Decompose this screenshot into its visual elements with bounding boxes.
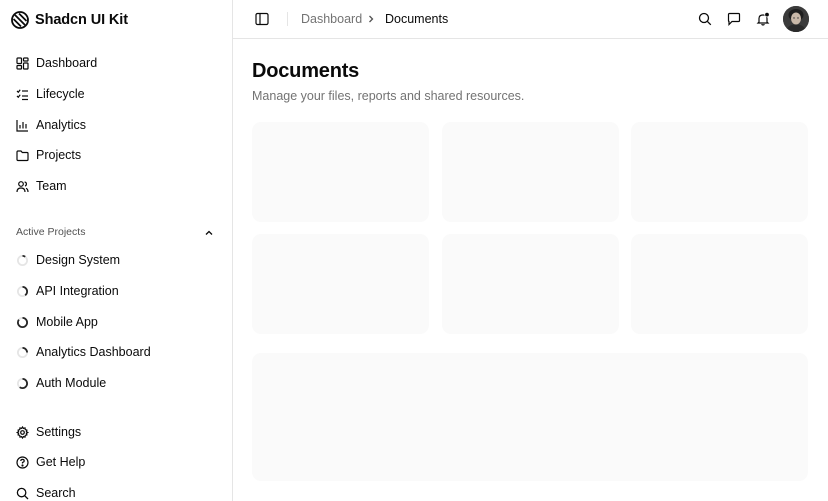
sidebar-item-projects[interactable]: Projects	[16, 144, 81, 166]
gear-icon	[16, 425, 29, 439]
sidebar: Shadcn UI Kit Dashboard Lifecycle Analyt…	[0, 0, 233, 501]
search-icon	[16, 487, 29, 500]
chevron-up-icon[interactable]	[203, 227, 215, 239]
sidebar-item-label: Get Help	[36, 455, 86, 469]
page-subtitle: Manage your files, reports and shared re…	[252, 89, 525, 103]
sidebar-item-label: Search	[36, 486, 76, 500]
active-projects-label: Active Projects	[16, 226, 86, 238]
sidebar-item-label: Projects	[36, 148, 82, 162]
sidebar-project-mobile-app[interactable]: Mobile App	[16, 311, 98, 333]
sidebar-item-label: Settings	[36, 425, 82, 439]
bell-icon[interactable]	[756, 12, 770, 26]
placeholder-card	[252, 234, 429, 334]
placeholder-card	[252, 122, 429, 222]
sidebar-item-label: Team	[36, 179, 67, 193]
breadcrumb-parent[interactable]: Dashboard	[301, 12, 362, 26]
sidebar-item-label: Design System	[36, 253, 121, 267]
sidebar-toggle-icon[interactable]	[255, 12, 269, 26]
message-icon[interactable]	[727, 12, 741, 26]
page-title: Documents	[252, 60, 360, 82]
sidebar-item-search[interactable]: Search	[16, 482, 76, 501]
sidebar-item-team[interactable]: Team	[16, 175, 67, 197]
sidebar-item-label: API Integration	[36, 284, 119, 298]
help-circle-icon	[16, 455, 29, 469]
progress-ring-icon	[16, 346, 29, 359]
brand[interactable]: Shadcn UI Kit	[11, 11, 128, 29]
folder-icon	[16, 149, 29, 162]
sidebar-project-api-integration[interactable]: API Integration	[16, 280, 119, 302]
progress-ring-icon	[16, 377, 29, 390]
search-icon[interactable]	[698, 12, 712, 26]
progress-ring-icon	[16, 285, 29, 298]
placeholder-card	[631, 234, 808, 334]
sidebar-item-analytics[interactable]: Analytics	[16, 114, 86, 136]
sidebar-item-label: Mobile App	[36, 315, 98, 329]
avatar[interactable]	[783, 6, 809, 32]
placeholder-panel	[252, 353, 808, 481]
bar-chart-icon	[16, 119, 29, 132]
toolbar-divider	[287, 12, 288, 26]
sidebar-item-lifecycle[interactable]: Lifecycle	[16, 83, 85, 105]
sidebar-item-label: Auth Module	[36, 376, 107, 390]
sidebar-project-auth-module[interactable]: Auth Module	[16, 372, 106, 394]
sidebar-item-dashboard[interactable]: Dashboard	[16, 52, 97, 74]
sidebar-project-design-system[interactable]: Design System	[16, 249, 120, 271]
sidebar-item-label: Analytics	[36, 118, 87, 132]
progress-ring-icon	[16, 254, 29, 267]
sidebar-item-label: Lifecycle	[36, 87, 85, 101]
chevron-right-icon	[366, 14, 376, 24]
brand-name: Shadcn UI Kit	[35, 12, 128, 28]
placeholder-card	[631, 122, 808, 222]
progress-ring-icon	[16, 316, 29, 329]
sidebar-project-analytics-dashboard[interactable]: Analytics Dashboard	[16, 341, 151, 363]
users-icon	[16, 180, 29, 193]
top-bar: Dashboard Documents	[233, 0, 828, 39]
logo-icon	[11, 11, 29, 29]
layout-grid-icon	[16, 56, 29, 70]
sidebar-item-label: Dashboard	[36, 56, 98, 70]
placeholder-card	[442, 122, 619, 222]
sidebar-item-settings[interactable]: Settings	[16, 421, 81, 443]
placeholder-card	[442, 234, 619, 334]
main-content: Dashboard Documents Documents Manage you…	[233, 0, 828, 501]
breadcrumb-current: Documents	[385, 12, 449, 26]
list-checks-icon	[16, 88, 29, 101]
sidebar-item-label: Analytics Dashboard	[36, 345, 151, 359]
sidebar-item-get-help[interactable]: Get Help	[16, 451, 85, 473]
